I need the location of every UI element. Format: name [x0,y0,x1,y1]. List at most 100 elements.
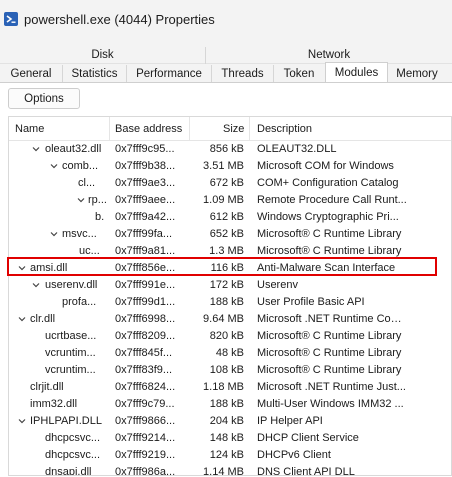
module-description: User Profile Basic API [257,296,365,308]
module-description: Remote Procedure Call Runt... [257,194,407,206]
module-description: Userenv [257,279,298,291]
module-description: Multi-User Windows IMM32 ... [257,398,404,410]
module-row[interactable]: profa... 0x7fff99d1... 188 kB User Profile … [9,294,451,311]
tab-general[interactable]: General [0,65,62,82]
module-row[interactable]: dnsapi.dll 0x7fff986a... 1.14 MB DNS Client… [9,464,451,476]
module-row[interactable]: uc... 0x7fff9a81... 1.3 MB Microsoft® C Run… [9,243,451,260]
module-name: amsi.dll [30,262,68,274]
tab-performance[interactable]: Performance [127,65,211,82]
module-size: 1.18 MB [203,381,244,393]
module-size: 3.51 MB [203,160,244,172]
module-size: 820 kB [209,330,244,342]
module-row[interactable]: b. 0x7fff9a42... 612 kB Windows Cryptograph… [9,209,451,226]
module-name: vcruntim... [45,347,96,359]
module-name: dhcpcsvc... [45,432,101,444]
chevron-down-icon[interactable] [18,264,26,272]
module-description: Microsoft .NET Runtime Com... [257,313,407,325]
chevron-down-icon[interactable] [50,230,58,238]
module-base-address: 0x7fff9c79... [115,398,175,410]
module-name: vcruntim... [45,364,96,376]
module-base-address: 0x7fff9866... [115,415,176,427]
module-description: OLEAUT32.DLL [257,143,337,155]
module-size: 1.3 MB [209,245,244,257]
module-row[interactable]: oleaut32.dll 0x7fff9c95... 856 kB OLEAUT32.… [9,141,451,158]
module-base-address: 0x7fff6824... [115,381,176,393]
tab-modules[interactable]: Modules [325,62,388,83]
window-title: powershell.exe (4044) Properties [24,12,215,27]
module-description: IP Helper API [257,415,323,427]
module-base-address: 0x7fff9ae3... [115,177,176,189]
module-name: msvc... [62,228,97,240]
module-row[interactable]: cl... 0x7fff9ae3... 672 kB COM+ Configurati… [9,175,451,192]
chevron-down-icon[interactable] [77,196,85,204]
module-row[interactable]: msvc... 0x7fff99fa... 652 kB Microsoft® C R… [9,226,451,243]
chevron-down-icon[interactable] [18,417,26,425]
column-header-size[interactable]: Size [223,123,244,135]
column-header-name[interactable]: Name [15,123,44,135]
module-base-address: 0x7fff99fa... [115,228,173,240]
module-row[interactable]: imm32.dll 0x7fff9c79... 188 kB Multi-User W… [9,396,451,413]
module-size: 172 kB [209,279,244,291]
column-header-base-address[interactable]: Base address [115,123,182,135]
module-base-address: 0x7fff83f9... [115,364,173,376]
module-size: 48 kB [215,347,244,359]
module-row[interactable]: IPHLPAPI.DLL 0x7fff9866... 204 kB IP Helper… [9,413,451,430]
tab-threads[interactable]: Threads [212,65,273,82]
module-size: 204 kB [209,415,244,427]
module-row[interactable]: amsi.dll 0x7fff856e... 116 kB Anti-Malware … [9,260,451,277]
module-description: DHCPv6 Client [257,449,331,461]
module-size: 188 kB [209,296,244,308]
module-row[interactable]: userenv.dll 0x7fff991e... 172 kB Userenv [9,277,451,294]
module-name: userenv.dll [45,279,98,291]
module-name: clr.dll [30,313,56,325]
tab-statistics[interactable]: Statistics [63,65,126,82]
tab-memory[interactable]: Memory [389,65,445,82]
module-name: uc... [79,245,100,257]
module-description: DNS Client API DLL [257,466,355,476]
module-base-address: 0x7fff9b38... [115,160,176,172]
module-name: ucrtbase... [45,330,97,342]
chevron-down-icon[interactable] [18,315,26,323]
module-description: Microsoft® C Runtime Library [257,228,402,240]
module-base-address: 0x7fff9a81... [115,245,176,257]
module-row[interactable]: ucrtbase... 0x7fff8209... 820 kB Microsoft®… [9,328,451,345]
column-divider[interactable] [189,117,190,140]
module-description: COM+ Configuration Catalog [257,177,399,189]
column-divider[interactable] [109,117,110,140]
module-row[interactable]: vcruntim... 0x7fff83f9... 108 kB Microsoft®… [9,362,451,379]
module-description: DHCP Client Service [257,432,359,444]
module-row[interactable]: comb... 0x7fff9b38... 3.51 MB Microsoft COM… [9,158,451,175]
module-row[interactable]: dhcpcsvc... 0x7fff9214... 148 kB DHCP Clien… [9,430,451,447]
module-row[interactable]: clrjit.dll 0x7fff6824... 1.18 MB Microsoft … [9,379,451,396]
module-row[interactable]: clr.dll 0x7fff6998... 9.64 MB Microsoft .NE… [9,311,451,328]
module-size: 1.14 MB [203,466,244,476]
module-description: Microsoft® C Runtime Library [257,364,402,376]
module-size: 9.64 MB [203,313,244,325]
list-header: Name Base address Size Description [9,117,451,141]
chevron-down-icon[interactable] [32,281,40,289]
module-row[interactable]: rp... 0x7fff9aee... 1.09 MB Remote Procedur… [9,192,451,209]
module-base-address: 0x7fff986a... [115,466,176,476]
module-base-address: 0x7fff99d1... [115,296,176,308]
tab-token[interactable]: Token [274,65,324,82]
column-divider[interactable] [249,117,250,140]
chevron-down-icon[interactable] [32,145,40,153]
module-name: rp... [88,194,107,206]
module-name: oleaut32.dll [45,143,102,155]
module-description: Windows Cryptographic Pri... [257,211,399,223]
module-row[interactable]: dhcpcsvc... 0x7fff9219... 124 kB DHCPv6 Cli… [9,447,451,464]
module-size: 612 kB [209,211,244,223]
tab-disk[interactable]: Disk [0,47,205,64]
module-row[interactable]: vcruntim... 0x7fff845f... 48 kB Microsoft® … [9,345,451,362]
options-button[interactable]: Options [8,88,80,109]
module-name: profa... [62,296,97,308]
modules-list[interactable]: Name Base address Size Description oleau… [8,116,452,476]
module-name: dhcpcsvc... [45,449,101,461]
module-base-address: 0x7fff845f... [115,347,173,359]
chevron-down-icon[interactable] [50,162,58,170]
column-header-description[interactable]: Description [257,123,312,135]
module-name: dnsapi.dll [45,466,92,476]
module-name: clrjit.dll [30,381,64,393]
module-description: Microsoft .NET Runtime Just... [257,381,406,393]
module-size: 188 kB [209,398,244,410]
